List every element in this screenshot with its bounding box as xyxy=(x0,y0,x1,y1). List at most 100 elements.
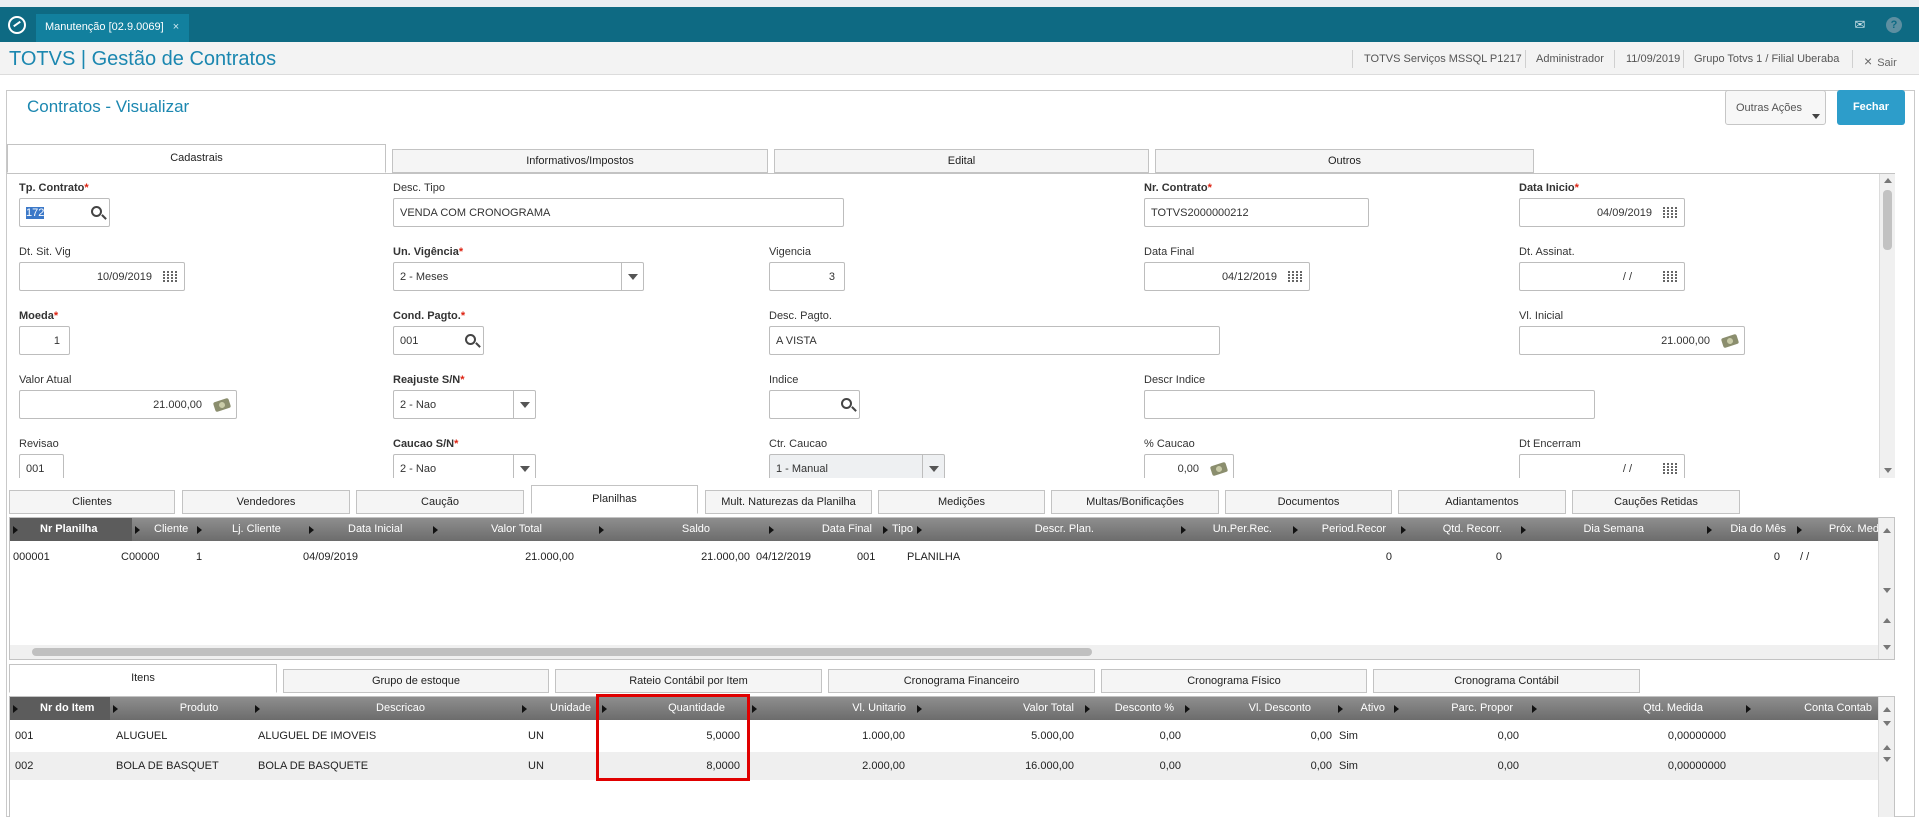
desc-tipo-input[interactable]: VENDA COM CRONOGRAMA xyxy=(393,198,844,227)
tab-grupo-estoque[interactable]: Grupo de estoque xyxy=(283,669,549,693)
exit-label: Sair xyxy=(1877,57,1897,69)
nr-contrato-input[interactable]: TOTVS2000000212 xyxy=(1144,198,1369,227)
col-header[interactable]: Cliente xyxy=(132,518,194,541)
col-header[interactable]: Parc. Propor xyxy=(1391,697,1529,720)
desc-tipo-label: Desc. Tipo xyxy=(393,182,445,194)
home-icon[interactable] xyxy=(8,16,26,34)
tab-itens[interactable]: Itens xyxy=(9,664,277,693)
tab-planilhas[interactable]: Planilhas xyxy=(531,485,698,514)
descr-indice-input[interactable] xyxy=(1144,390,1595,419)
indice-input[interactable] xyxy=(769,390,860,419)
money-icon[interactable] xyxy=(1209,461,1229,477)
money-icon[interactable] xyxy=(212,397,232,413)
tp-contrato-input[interactable]: 172 xyxy=(19,198,110,227)
col-header[interactable]: Period.Recor xyxy=(1290,518,1398,541)
caucao-select[interactable]: 2 - Nao xyxy=(393,454,536,478)
help-icon[interactable]: ? xyxy=(1886,17,1902,33)
reajuste-select[interactable]: 2 - Nao xyxy=(393,390,536,419)
col-header[interactable]: Conta Contab xyxy=(1743,697,1878,720)
col-header[interactable]: Nr do Item xyxy=(10,697,110,720)
exit-button[interactable]: × Sair xyxy=(1864,53,1897,69)
tab-adiantamentos[interactable]: Adiantamentos xyxy=(1398,490,1566,514)
chevron-down-icon[interactable] xyxy=(513,391,535,418)
search-icon[interactable] xyxy=(91,206,102,217)
other-actions-button[interactable]: Outras Ações xyxy=(1725,90,1826,125)
calendar-icon[interactable] xyxy=(1663,463,1678,475)
tab-outros[interactable]: Outros xyxy=(1155,149,1534,173)
planilhas-vscrollbar[interactable] xyxy=(1878,518,1894,659)
col-header[interactable]: Descricao xyxy=(252,697,519,720)
data-final-input[interactable]: 04/12/2019 xyxy=(1144,262,1310,291)
mail-icon[interactable]: ✉ xyxy=(1852,17,1868,33)
col-header[interactable]: Data Inicial xyxy=(306,518,430,541)
data-inicio-input[interactable]: 04/09/2019 xyxy=(1519,198,1685,227)
tab-rateio-contabil[interactable]: Rateio Contábil por Item xyxy=(555,669,822,693)
calendar-icon[interactable] xyxy=(1288,271,1303,283)
col-header[interactable]: Dia do Mês xyxy=(1704,518,1794,541)
col-header[interactable]: Desconto % xyxy=(1082,697,1182,720)
col-header[interactable]: Produto xyxy=(110,697,252,720)
tab-documentos[interactable]: Documentos xyxy=(1225,490,1392,514)
calendar-icon[interactable] xyxy=(1663,207,1678,219)
table-row[interactable]: 000001 C00000 1 04/09/2019 21.000,00 21.… xyxy=(10,543,1894,571)
money-icon[interactable] xyxy=(1720,333,1740,349)
tab-medicoes[interactable]: Medições xyxy=(878,490,1045,514)
vigencia-input[interactable]: 3 xyxy=(769,262,845,291)
valor-atual-input[interactable]: 21.000,00 xyxy=(19,390,237,419)
tab-edital[interactable]: Edital xyxy=(774,149,1149,173)
tab-cronograma-fisico[interactable]: Cronograma Físico xyxy=(1101,669,1367,693)
dt-assinat-input[interactable]: / / xyxy=(1519,262,1685,291)
desc-pagto-input[interactable]: A VISTA xyxy=(769,326,1220,355)
moeda-input[interactable]: 1 xyxy=(19,326,70,355)
col-header[interactable]: Dia Semana xyxy=(1518,518,1704,541)
calendar-icon[interactable] xyxy=(1663,271,1678,283)
col-header[interactable]: Saldo xyxy=(596,518,766,541)
chevron-down-icon[interactable] xyxy=(513,455,535,478)
close-button[interactable]: Fechar xyxy=(1837,90,1905,125)
col-header[interactable]: Vl. Unitario xyxy=(749,697,914,720)
col-header[interactable]: Valor Total xyxy=(430,518,596,541)
tab-caucao[interactable]: Caução xyxy=(356,490,524,514)
chevron-down-icon[interactable] xyxy=(922,455,944,478)
un-vigencia-select[interactable]: 2 - Meses xyxy=(393,262,644,291)
tab-mult-naturezas[interactable]: Mult. Naturezas da Planilha xyxy=(705,490,872,514)
col-header[interactable]: Qtd. Recorr. xyxy=(1398,518,1518,541)
ctr-caucao-select[interactable]: 1 - Manual xyxy=(769,454,945,478)
itens-vscrollbar[interactable] xyxy=(1878,697,1894,817)
revisao-input[interactable]: 001 xyxy=(19,454,64,478)
dt-encerram-input[interactable]: / / xyxy=(1519,454,1685,478)
tab-close-icon[interactable]: × xyxy=(173,21,179,33)
col-header[interactable]: Qtd. Medida xyxy=(1529,697,1743,720)
col-header[interactable]: Data Final xyxy=(766,518,880,541)
col-header[interactable]: Unidade xyxy=(519,697,599,720)
chevron-down-icon[interactable] xyxy=(621,263,643,290)
tab-multas[interactable]: Multas/Bonificações xyxy=(1051,490,1219,514)
form-scrollbar[interactable] xyxy=(1879,174,1895,478)
planilhas-hscrollbar[interactable] xyxy=(10,645,1878,659)
pct-caucao-input[interactable]: 0,00 xyxy=(1144,454,1234,478)
tab-cadastrais[interactable]: Cadastrais xyxy=(7,144,386,173)
tab-informativos[interactable]: Informativos/Impostos xyxy=(392,149,768,173)
vl-inicial-input[interactable]: 21.000,00 xyxy=(1519,326,1745,355)
tab-vendedores[interactable]: Vendedores xyxy=(182,490,350,514)
dt-sit-vig-input[interactable]: 10/09/2019 xyxy=(19,262,185,291)
col-header[interactable]: Ativo xyxy=(1335,697,1391,720)
tab-cronograma-financeiro[interactable]: Cronograma Financeiro xyxy=(828,669,1095,693)
tab-clientes[interactable]: Clientes xyxy=(9,490,175,514)
col-header[interactable]: Lj. Cliente xyxy=(194,518,306,541)
search-icon[interactable] xyxy=(841,398,852,409)
col-header[interactable]: Nr Planilha xyxy=(10,518,132,541)
tab-caucoes-retidas[interactable]: Cauções Retidas xyxy=(1572,490,1740,514)
col-header[interactable]: Descr. Plan. xyxy=(914,518,1178,541)
table-row[interactable]: 001 ALUGUEL ALUGUEL DE IMOVEIS UN 5,0000… xyxy=(10,722,1894,750)
search-icon[interactable] xyxy=(465,334,476,345)
calendar-icon[interactable] xyxy=(163,271,178,283)
tab-manutencao[interactable]: Manutenção [02.9.0069] × xyxy=(36,14,190,42)
col-header[interactable]: Vl. Desconto xyxy=(1182,697,1335,720)
tab-cronograma-contabil[interactable]: Cronograma Contábil xyxy=(1373,669,1640,693)
col-header[interactable]: Un.Per.Rec. xyxy=(1178,518,1290,541)
col-header[interactable]: Valor Total xyxy=(914,697,1082,720)
col-header[interactable]: Tipo xyxy=(880,518,914,541)
cond-pagto-input[interactable]: 001 xyxy=(393,326,484,355)
table-row[interactable]: 002 BOLA DE BASQUET BOLA DE BASQUETE UN … xyxy=(10,752,1894,780)
